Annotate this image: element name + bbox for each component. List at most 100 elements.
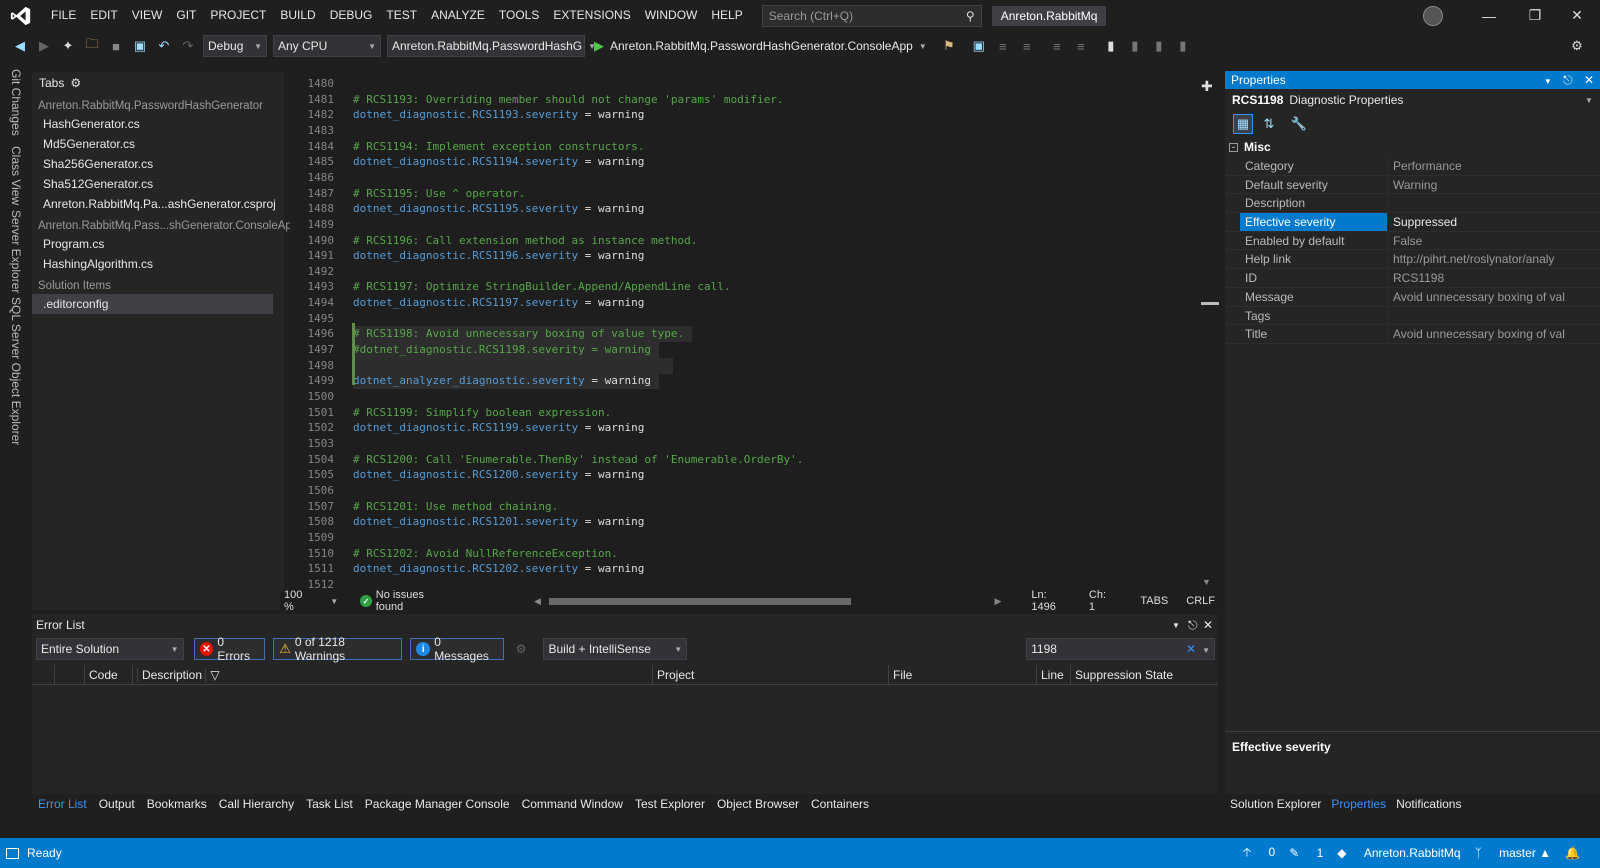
gear-icon[interactable]: ⚙ [70,76,81,90]
forward-icon[interactable]: ▶ [36,38,52,54]
avatar[interactable] [1423,6,1443,26]
notifications-bell-icon[interactable]: 🔔 [1565,846,1580,860]
chevron-down-icon[interactable]: ▼ [330,597,338,606]
property-value[interactable]: http://pihrt.net/roslynator/analy [1387,250,1595,269]
property-row[interactable]: Message Avoid unnecessary boxing of val [1225,287,1600,307]
filter-icon[interactable]: ⚙ [516,642,527,656]
pencil-icon[interactable]: ✎ 1 [1289,846,1323,860]
tab-task-list[interactable]: Task List [300,797,359,811]
code-line[interactable]: # RCS1200: Call 'Enumerable.ThenBy' inst… [353,452,803,468]
property-value[interactable]: Avoid unnecessary boxing of val [1387,287,1595,306]
pin-icon[interactable]: ⎋ [1188,618,1198,633]
code-line[interactable]: # RCS1194: Implement exception construct… [353,139,644,155]
menu-build[interactable]: BUILD [273,0,322,31]
code-line[interactable]: # RCS1202: Avoid NullReferenceException. [353,546,618,562]
scroll-down-icon[interactable]: ▼ [1202,577,1211,587]
push-icon[interactable]: 🡡 0 [1243,843,1276,864]
file-tab-item[interactable]: HashGenerator.cs [32,114,284,134]
code-line[interactable]: dotnet_diagnostic.RCS1202.severity = war… [353,561,644,577]
tab-containers[interactable]: Containers [805,797,875,811]
chevron-down-icon[interactable]: ▼ [1172,621,1180,630]
tab-properties[interactable]: Properties [1326,797,1391,811]
code-line[interactable]: dotnet_diagnostic.RCS1194.severity = war… [353,154,644,170]
scope-dropdown[interactable]: Entire Solution ▼ [36,638,184,660]
tab-test-explorer[interactable]: Test Explorer [629,797,711,811]
minimize-button[interactable]: — [1466,0,1512,31]
tab-output[interactable]: Output [93,797,141,811]
open-folder-icon[interactable]: 🗀 [84,36,100,54]
code-line[interactable]: # RCS1199: Simplify boolean expression. [353,405,611,421]
messages-filter-button[interactable]: i0 Messages [410,635,504,663]
restore-button[interactable]: ❐ [1512,0,1558,31]
menu-view[interactable]: VIEW [125,0,170,31]
undo-icon[interactable]: ↶ [156,38,172,54]
save-icon[interactable]: ■ [108,38,124,54]
save-all-icon[interactable]: ▣ [132,38,148,54]
scroll-right-icon[interactable]: ▶ [994,596,1001,607]
tab-solution-explorer[interactable]: Solution Explorer [1225,797,1326,811]
output-window-icon[interactable] [6,847,19,859]
outdent-icon[interactable]: ≡ [1019,38,1035,54]
menu-git[interactable]: GIT [169,0,203,31]
tab-git-changes[interactable]: Git Changes [9,69,23,136]
property-value[interactable]: RCS1198 [1387,269,1595,287]
tab-call-hierarchy[interactable]: Call Hierarchy [213,797,300,811]
pin-icon[interactable]: ⎋ [1563,73,1573,87]
property-row[interactable]: Enabled by default False [1225,231,1600,251]
file-tab-item[interactable]: Sha512Generator.cs [32,174,284,194]
scroll-left-icon[interactable]: ◀ [534,596,541,607]
property-pages-icon[interactable]: 🔧 [1291,116,1307,132]
menu-edit[interactable]: EDIT [83,0,124,31]
close-icon[interactable]: ✕ [1584,73,1594,87]
errors-filter-button[interactable]: ✕ 0 Errors [193,635,266,663]
group-header[interactable]: Anreton.RabbitMq.Pass...shGenerator.Cons… [32,214,298,234]
split-icon[interactable]: ✚ [1201,78,1213,95]
group-header[interactable]: Anreton.RabbitMq.PasswordHashGenerator [32,94,284,114]
code-line[interactable]: dotnet_diagnostic.RCS1193.severity = war… [353,107,644,123]
issues-status[interactable]: No issues found [376,589,452,613]
menu-window[interactable]: WINDOW [638,0,705,31]
close-icon[interactable]: ✕ [1203,618,1213,632]
file-tab-item[interactable]: Sha256Generator.cs [32,154,284,174]
code-line[interactable]: # RCS1195: Use ^ operator. [353,186,525,202]
code-line[interactable]: #dotnet_diagnostic.RCS1198.severity = wa… [353,342,659,359]
tab-object-browser[interactable]: Object Browser [711,797,805,811]
repository-selector[interactable]: ◆ Anreton.RabbitMq [1337,846,1460,860]
column-project[interactable]: Project [652,664,888,685]
scroll-thumb[interactable] [548,598,851,605]
property-row[interactable]: Title Avoid unnecessary boxing of val [1225,325,1600,344]
object-selector[interactable]: RCS1198 Diagnostic Properties ▼ [1225,89,1600,111]
tab-server-explorer[interactable]: Server Explorer [9,210,23,293]
tab-command-window[interactable]: Command Window [516,797,629,811]
prev-bookmark-icon[interactable]: ▮ [1127,38,1143,54]
property-row[interactable]: ID RCS1198 [1225,269,1600,288]
menu-extensions[interactable]: EXTENSIONS [546,0,637,31]
editor-vertical-scrollbar[interactable]: ✚ ▼ [1197,72,1219,592]
search-box[interactable]: Search (Ctrl+Q) ⚲ [761,4,982,27]
menu-analyze[interactable]: ANALYZE [424,0,492,31]
menu-tools[interactable]: TOOLS [492,0,546,31]
code-line[interactable]: dotnet_diagnostic.RCS1201.severity = war… [353,514,644,530]
zoom-level[interactable]: 100 % [284,589,314,613]
tab-notifications[interactable]: Notifications [1391,797,1466,811]
start-debugging-button[interactable]: ▶ Anreton.RabbitMq.PasswordHashGenerator… [594,38,927,54]
platform-dropdown[interactable]: Any CPU ▼ [273,35,381,57]
property-value[interactable]: Warning [1387,175,1595,194]
alphabetical-icon[interactable]: ⇅ [1261,116,1277,132]
scroll-thumb[interactable] [1201,302,1219,305]
property-value[interactable]: Performance [1387,157,1595,175]
code-line[interactable]: dotnet_diagnostic.RCS1197.severity = war… [353,295,644,311]
property-value[interactable]: Suppressed [1387,213,1595,231]
code-line[interactable]: dotnet_diagnostic.RCS1199.severity = war… [353,420,644,436]
back-icon[interactable]: ◀ [12,38,28,54]
group-header[interactable]: Solution Items [32,274,284,294]
editor-horizontal-scrollbar[interactable] [548,596,995,606]
category-misc[interactable]: - Misc [1225,137,1600,157]
close-button[interactable]: ✕ [1554,0,1600,31]
chevron-down-icon[interactable]: ▼ [1202,646,1210,655]
code-line[interactable]: dotnet_diagnostic.RCS1195.severity = war… [353,201,644,217]
menu-file[interactable]: FILE [44,0,83,31]
code-line[interactable]: dotnet_diagnostic.RCS1200.severity = war… [353,467,644,483]
code-line[interactable]: # RCS1197: Optimize StringBuilder.Append… [353,279,731,295]
clear-bookmarks-icon[interactable]: ▮ [1175,38,1191,54]
